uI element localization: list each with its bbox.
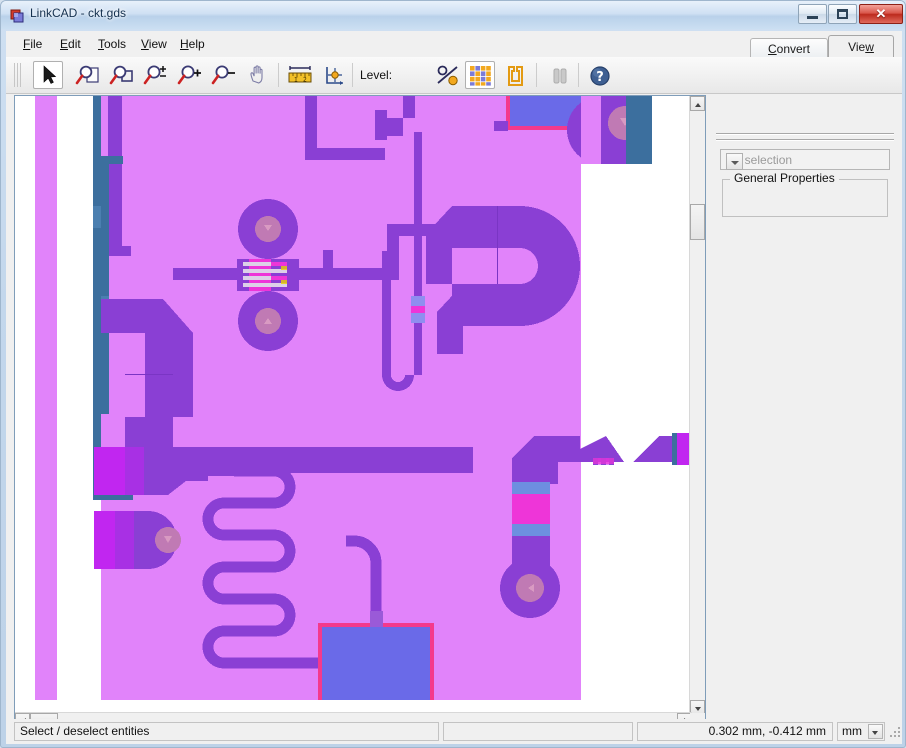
title-bar: LinkCAD - ckt.gds ✕ <box>1 1 905 29</box>
menu-help[interactable]: Help <box>173 35 212 53</box>
layer-grid-button[interactable] <box>465 61 495 89</box>
toolbar-separator-4 <box>578 63 579 87</box>
scale-percent-button[interactable] <box>432 61 462 89</box>
set-origin-icon <box>326 67 343 85</box>
zoom-page-icon <box>75 65 99 85</box>
mode-tabs: Convert View <box>750 33 902 58</box>
toolbar-separator-2 <box>352 63 353 87</box>
minimize-button[interactable] <box>798 4 827 24</box>
chevron-down-icon[interactable] <box>726 153 743 170</box>
chevron-down-icon[interactable] <box>868 724 883 739</box>
pan-hand-icon <box>250 65 263 84</box>
set-origin-button[interactable] <box>318 61 348 89</box>
resize-grip[interactable] <box>890 727 902 739</box>
zoom-window-icon <box>109 65 133 85</box>
tab-view[interactable]: View <box>828 35 894 58</box>
toolbar: 1 2 Level: ? <box>6 57 902 94</box>
linkcad-app-icon <box>9 7 25 23</box>
maximize-button[interactable] <box>828 4 857 24</box>
panel-divider-2 <box>716 139 894 141</box>
selection-combobox[interactable]: No selection <box>720 149 890 170</box>
help-button[interactable]: ? <box>584 61 614 89</box>
svg-text:2: 2 <box>303 77 307 84</box>
canvas-vertical-scrollbar[interactable] <box>689 96 705 715</box>
menu-tools[interactable]: Tools <box>91 35 133 53</box>
toolbar-grip[interactable] <box>14 63 21 87</box>
menu-edit[interactable]: Edit <box>53 35 88 53</box>
measure-distance-icon: 1 2 <box>288 66 312 84</box>
toolbar-separator-1 <box>278 63 279 87</box>
zoom-out-icon <box>211 65 235 85</box>
pause-button[interactable] <box>544 61 574 89</box>
vertical-scroll-thumb[interactable] <box>690 204 705 240</box>
client-area: File Edit Tools View Help Convert View 1… <box>6 31 902 744</box>
menu-file[interactable]: File <box>16 35 49 53</box>
cad-viewport-frame <box>14 95 706 729</box>
boundary-icon <box>508 66 523 86</box>
application-window: LinkCAD - ckt.gds ✕ File Edit Tools View… <box>0 0 906 748</box>
level-label: Level: <box>360 68 393 82</box>
status-coordinates: 0.302 mm, -0.412 mm <box>637 722 833 741</box>
general-properties-label: General Properties <box>730 171 839 185</box>
zoom-in-button[interactable] <box>174 61 204 89</box>
boundary-button[interactable] <box>499 61 529 89</box>
menu-view[interactable]: View <box>134 35 174 53</box>
pan-hand-button[interactable] <box>243 61 273 89</box>
tab-convert[interactable]: Convert <box>750 38 828 58</box>
pause-icon <box>553 68 567 84</box>
close-button[interactable]: ✕ <box>859 4 903 24</box>
select-arrow-button[interactable] <box>33 61 63 89</box>
zoom-out-button[interactable] <box>208 61 238 89</box>
cad-layout-drawing <box>15 96 692 715</box>
layer-grid-icon <box>470 66 491 86</box>
units-combobox-value: mm <box>842 724 862 738</box>
zoom-fit-icon <box>143 65 166 85</box>
panel-divider-1 <box>716 133 894 135</box>
units-combobox[interactable]: mm <box>837 722 885 741</box>
svg-text:?: ? <box>596 70 604 85</box>
status-message: Select / deselect entities <box>14 722 439 741</box>
close-icon: ✕ <box>875 6 887 21</box>
zoom-in-icon <box>177 65 201 85</box>
status-bar: Select / deselect entities 0.302 mm, -0.… <box>6 719 902 744</box>
measure-distance-button[interactable]: 1 2 <box>284 61 314 89</box>
menu-bar: File Edit Tools View Help Convert View <box>6 31 902 58</box>
properties-panel: No selection General Properties <box>712 95 898 729</box>
zoom-window-button[interactable] <box>106 61 136 89</box>
zoom-page-button[interactable] <box>72 61 102 89</box>
window-title: LinkCAD - ckt.gds <box>30 6 127 20</box>
help-icon: ? <box>590 66 610 86</box>
scroll-up-button[interactable] <box>690 96 705 111</box>
select-arrow-icon <box>43 65 57 84</box>
zoom-fit-button[interactable] <box>140 61 170 89</box>
cad-viewport[interactable] <box>15 96 692 715</box>
svg-text:1: 1 <box>294 77 298 84</box>
toolbar-separator-3 <box>536 63 537 87</box>
status-secondary <box>443 722 633 741</box>
scale-percent-icon <box>437 65 458 86</box>
